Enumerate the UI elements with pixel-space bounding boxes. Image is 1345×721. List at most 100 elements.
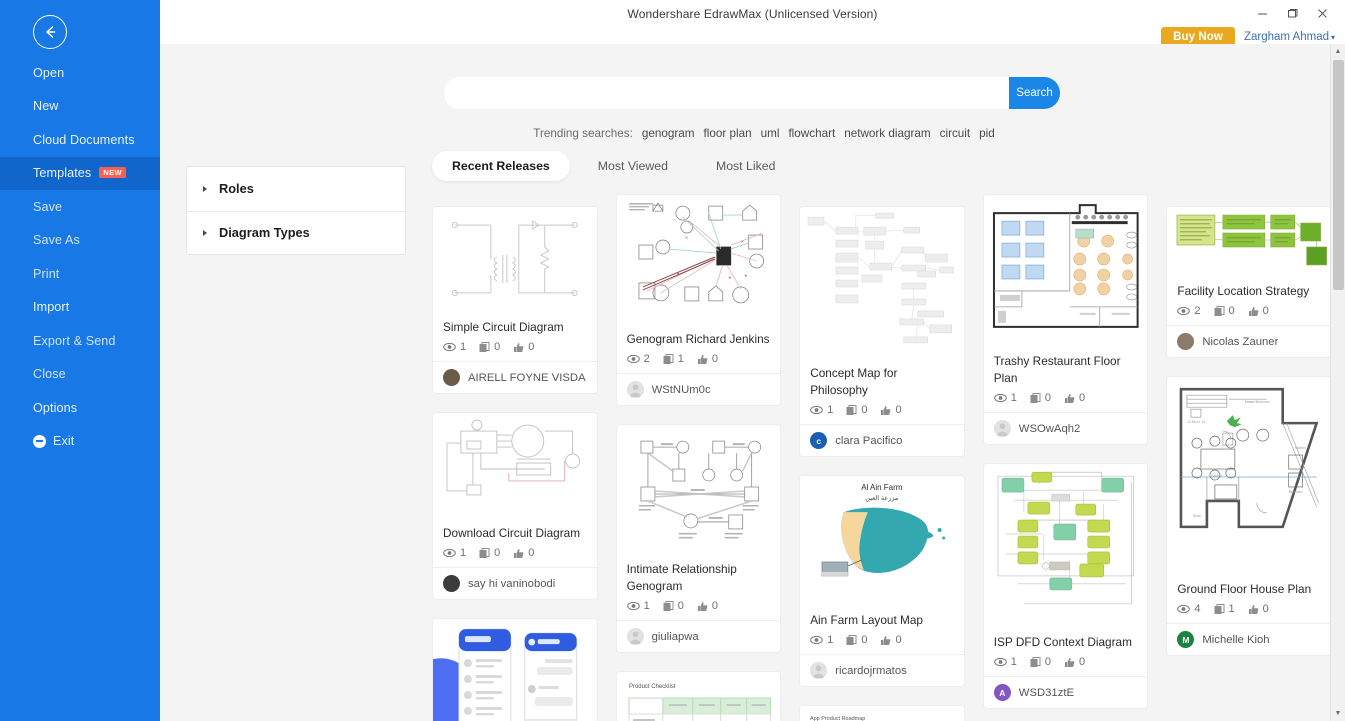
filter-roles[interactable]: Roles xyxy=(187,167,405,211)
default-avatar-icon xyxy=(626,381,644,399)
template-card-isp-dfd-context-diagram[interactable]: ISP DFD Context Diagram 1 0 0 A WSD31ztE xyxy=(982,463,1149,710)
trending-term-uml[interactable]: uml xyxy=(761,127,780,140)
template-card-ain-farm-layout-map[interactable]: Al Ain Farm مزرعة العين Ain Farm Layout … xyxy=(799,475,965,688)
card-body: Ground Floor House Plan 4 1 0 xyxy=(1167,573,1330,623)
thumbs-up-icon xyxy=(514,342,524,352)
search-button[interactable]: Search xyxy=(1009,77,1060,109)
card-author: WStNUm0c xyxy=(616,373,781,405)
thumbs-up-icon xyxy=(1065,657,1075,667)
sidebar-item-label: Options xyxy=(33,400,78,415)
thumbs-up-icon xyxy=(1065,393,1075,403)
search-input[interactable] xyxy=(444,77,1009,109)
scroll-down-button[interactable]: ▼ xyxy=(1331,706,1345,721)
circuit-simple-art xyxy=(451,220,578,297)
sidebar-item-exit[interactable]: Exit xyxy=(0,425,160,459)
chevron-right-icon xyxy=(203,229,207,236)
sidebar-item-options[interactable]: Options xyxy=(0,391,160,425)
card-author: WSOwAqh2 xyxy=(983,412,1148,444)
sidebar-item-label: Templates xyxy=(33,166,92,181)
views-stat: 2 xyxy=(1177,305,1201,317)
template-card-intimate-relationship-genogram[interactable]: Intimate Relationship Genogram 1 0 0 giu… xyxy=(615,424,782,654)
filter-diagram-types[interactable]: Diagram Types xyxy=(187,210,405,255)
sidebar: Open New Cloud Documents Templates NEW S… xyxy=(0,0,160,721)
card-body: Facility Location Strategy 2 0 0 xyxy=(1167,275,1330,325)
trending-term-network-diagram[interactable]: network diagram xyxy=(844,127,930,140)
card-body: Ain Farm Layout Map 1 0 0 xyxy=(800,604,964,654)
close-button[interactable] xyxy=(1307,2,1337,24)
sidebar-item-export-and-send[interactable]: Export & Send xyxy=(0,324,160,358)
minimize-button[interactable] xyxy=(1247,2,1277,24)
sidebar-item-import[interactable]: Import xyxy=(0,291,160,325)
account-menu[interactable]: Zargham Ahmad ▾ xyxy=(1244,31,1335,43)
trending-term-flowchart[interactable]: flowchart xyxy=(788,127,835,140)
template-card-simple-circuit-diagram[interactable]: Simple Circuit Diagram 1 0 0 AIRELL FOYN… xyxy=(432,206,598,395)
template-card-download-circuit-diagram[interactable]: Download Circuit Diagram 1 0 0 say hi va… xyxy=(432,412,598,601)
vertical-scrollbar[interactable]: ▲ ▼ xyxy=(1330,44,1345,721)
eye-icon xyxy=(993,658,1007,667)
likes-count: 0 xyxy=(528,341,535,354)
template-thumbnail: App Product Roadmap xyxy=(800,706,964,721)
card-title: Simple Circuit Diagram xyxy=(443,320,564,334)
trending-term-floor-plan[interactable]: floor plan xyxy=(704,127,752,140)
likes-count: 0 xyxy=(1079,392,1086,405)
trending-term-circuit[interactable]: circuit xyxy=(940,127,971,140)
scrollbar-thumb[interactable] xyxy=(1333,60,1344,290)
likes-count: 0 xyxy=(895,404,902,417)
tab-recent-releases[interactable]: Recent Releases xyxy=(432,151,570,181)
views-count: 1 xyxy=(1010,656,1017,669)
copy-icon xyxy=(1214,305,1224,316)
template-card-product-checklist[interactable]: Product Checklist xyxy=(615,671,782,721)
sidebar-menu: Open New Cloud Documents Templates NEW S… xyxy=(0,56,160,458)
tab-most-viewed[interactable]: Most Viewed xyxy=(578,151,688,181)
likes-count: 0 xyxy=(528,547,535,560)
sidebar-item-templates[interactable]: Templates NEW xyxy=(0,156,160,190)
author-name: clara Pacifico xyxy=(835,434,903,447)
sidebar-item-close[interactable]: Close xyxy=(0,358,160,392)
phone-mockup-art xyxy=(433,628,578,721)
sidebar-item-label: Close xyxy=(33,367,66,382)
sidebar-item-print[interactable]: Print xyxy=(0,257,160,291)
template-card-ground-floor-house-plan[interactable]: Master Bedroom 12 Bed x 14 Kitchen Bedro… xyxy=(1166,376,1330,657)
views-count: 4 xyxy=(1194,603,1201,616)
back-arrow-icon[interactable] xyxy=(33,15,67,49)
tab-most-liked[interactable]: Most Liked xyxy=(696,151,795,181)
svg-text:Bedroom: Bedroom xyxy=(1289,490,1303,494)
filter-label: Roles xyxy=(219,181,254,197)
template-card-phone-mockup[interactable] xyxy=(432,618,598,721)
views-stat: 2 xyxy=(626,353,650,365)
views-count: 1 xyxy=(460,341,467,354)
sidebar-item-cloud-documents[interactable]: Cloud Documents xyxy=(0,123,160,157)
card-body: Simple Circuit Diagram 1 0 0 xyxy=(433,311,597,361)
copies-stat: 0 xyxy=(846,634,867,646)
views-stat: 1 xyxy=(810,404,833,416)
copy-icon xyxy=(846,404,857,415)
svg-text:♥: ♥ xyxy=(728,275,731,280)
card-body: Download Circuit Diagram 1 0 0 xyxy=(433,517,597,567)
template-card-trashy-restaurant-floor-plan[interactable]: Trashy Restaurant Floor Plan 1 0 0 WSOwA… xyxy=(982,194,1149,446)
author-name: Nicolas Zauner xyxy=(1202,335,1279,348)
scroll-up-button[interactable]: ▲ xyxy=(1331,44,1345,59)
copies-stat: 1 xyxy=(663,353,684,365)
svg-text:App Product Roadmap: App Product Roadmap xyxy=(810,716,865,721)
eye-icon xyxy=(810,636,823,645)
template-card-genogram-richard-jenkins[interactable]: ♥ ♥ ♥ ✕ ✕ Genogram Richard Jenkins 2 1 0… xyxy=(615,194,782,407)
sidebar-item-open[interactable]: Open xyxy=(0,56,160,90)
copy-icon xyxy=(479,341,490,352)
sidebar-item-save-as[interactable]: Save As xyxy=(0,224,160,258)
grid-column: Concept Map for Philosophy 1 0 0 c clara… xyxy=(799,194,965,721)
template-card-concept-map-for-philosophy[interactable]: Concept Map for Philosophy 1 0 0 c clara… xyxy=(799,206,965,458)
template-card-app-product-roadmap[interactable]: App Product Roadmap xyxy=(799,705,965,721)
likes-count: 0 xyxy=(1262,305,1269,318)
trending-term-genogram[interactable]: genogram xyxy=(642,127,695,140)
template-card-facility-location-strategy[interactable]: Facility Location Strategy 2 0 0 Nicolas… xyxy=(1166,206,1330,359)
maximize-button[interactable] xyxy=(1277,2,1307,24)
sidebar-item-new[interactable]: New xyxy=(0,90,160,124)
svg-text:Kitchen: Kitchen xyxy=(1295,446,1306,450)
likes-stat: 0 xyxy=(513,547,534,559)
card-body: Intimate Relationship Genogram 1 0 0 xyxy=(617,553,781,620)
card-stats: 1 0 0 xyxy=(626,600,771,612)
views-stat: 1 xyxy=(810,634,833,646)
trending-term-pid[interactable]: pid xyxy=(979,127,995,140)
sidebar-item-save[interactable]: Save xyxy=(0,190,160,224)
likes-stat: 0 xyxy=(880,634,902,646)
